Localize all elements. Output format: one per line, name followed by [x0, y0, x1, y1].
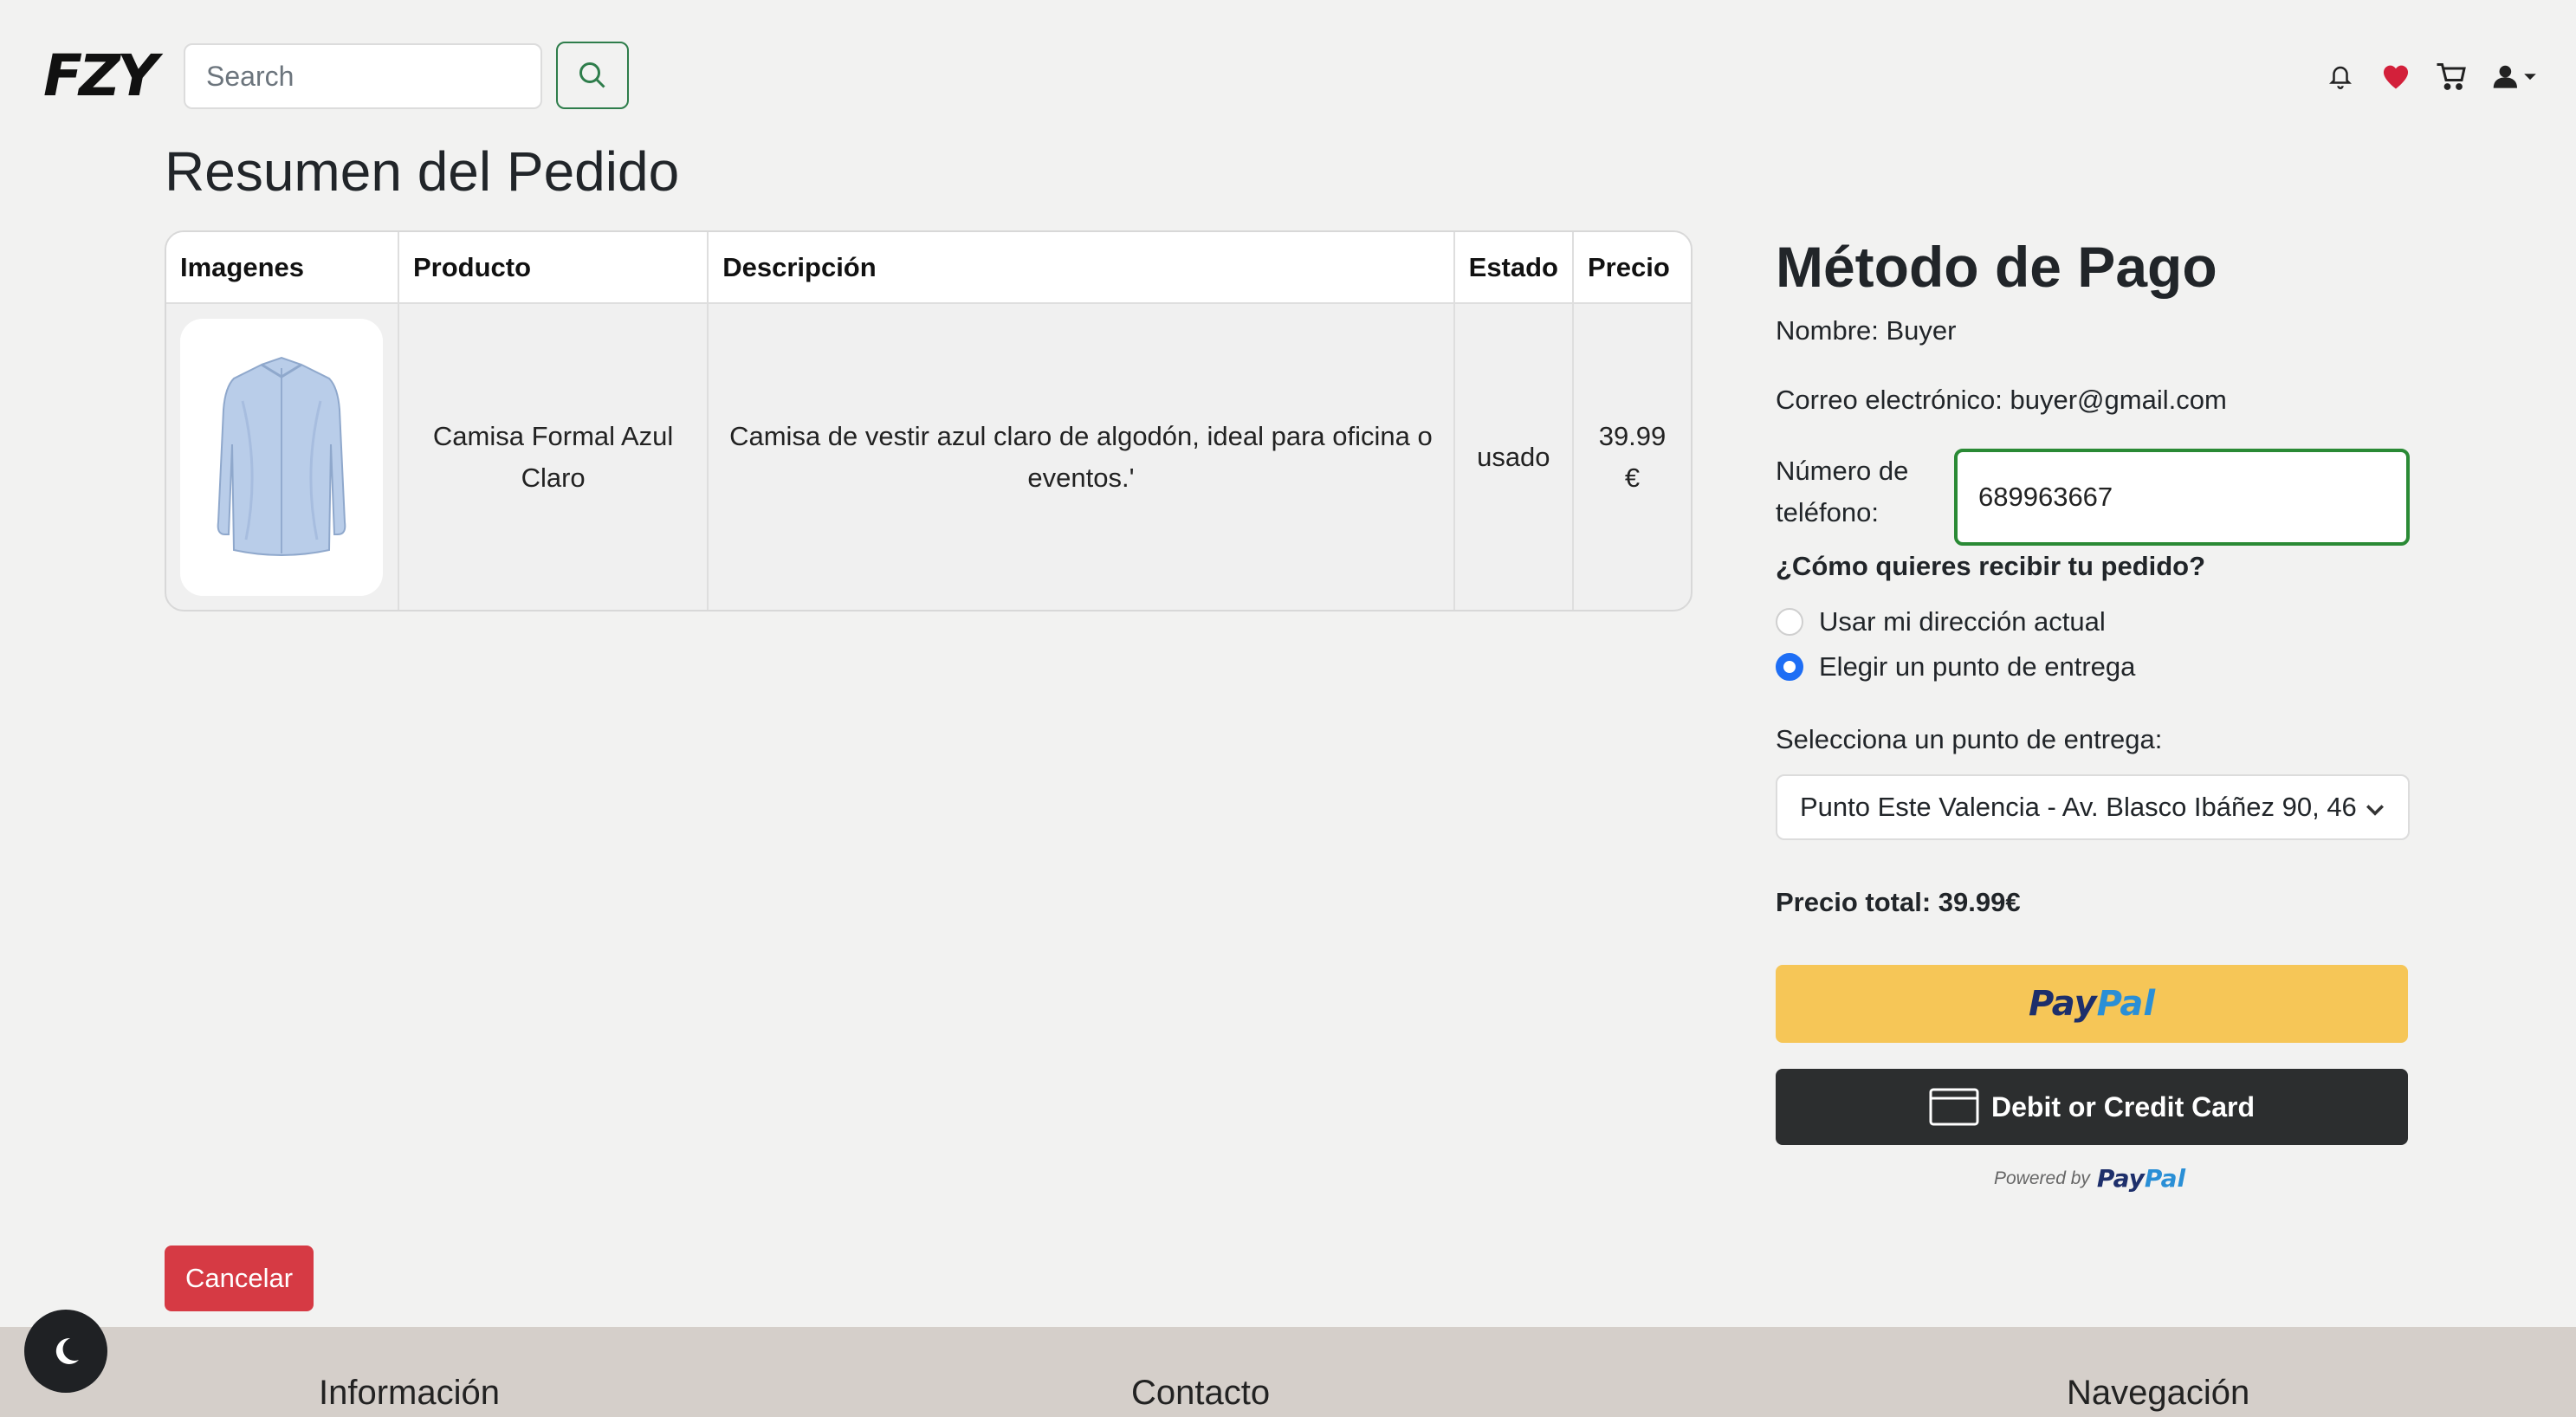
- footer-heading-info: Información: [319, 1374, 500, 1412]
- footer-heading-contact: Contacto: [1131, 1374, 1271, 1412]
- select-label: Selecciona un punto de entrega:: [1776, 724, 2163, 754]
- product-image-cell: [166, 303, 399, 610]
- card-button-label: Debit or Credit Card: [1990, 1090, 2256, 1123]
- credit-card-icon: [1929, 1088, 1979, 1126]
- delivery-question: ¿Cómo quieres recibir tu pedido?: [1776, 551, 2206, 581]
- paypal-logo-pay: Pay: [2096, 1164, 2145, 1193]
- footer-heading-navigation: Navegación: [2067, 1374, 2250, 1412]
- phone-label: Número de teléfono:: [1776, 456, 1909, 527]
- logo[interactable]: FZY: [43, 43, 159, 109]
- phone-field[interactable]: [1954, 449, 2410, 546]
- total-price: Precio total: 39.99€: [1776, 887, 2021, 917]
- theme-toggle-button[interactable]: [24, 1310, 107, 1393]
- product-state: usado: [1453, 303, 1575, 610]
- paypal-logo-pay: Pay: [2028, 984, 2097, 1024]
- chevron-down-icon: [2358, 792, 2387, 833]
- powered-by-text: Powered by: [1994, 1168, 2090, 1188]
- buyer-name: Nombre: Buyer: [1776, 315, 1957, 346]
- table-row: Camisa Formal Azul Claro Camisa de vesti…: [166, 303, 1691, 610]
- column-header-state: Estado: [1453, 232, 1575, 304]
- paypal-logo-pal: Pal: [2144, 1164, 2186, 1193]
- heart-icon[interactable]: [2379, 57, 2413, 95]
- product-image: [180, 318, 384, 596]
- column-header-product: Producto: [398, 232, 709, 304]
- buyer-email: Correo electrónico: buyer@gmail.com: [1776, 385, 2227, 415]
- paypal-logo-pal: Pal: [2096, 984, 2156, 1024]
- cart-icon[interactable]: [2434, 57, 2469, 95]
- bell-icon[interactable]: [2323, 57, 2358, 95]
- paypal-button[interactable]: Pay Pal: [1776, 965, 2408, 1043]
- search-input[interactable]: [184, 43, 542, 109]
- select-value: Punto Este Valencia - Av. Blasco Ibáñez …: [1800, 792, 2357, 822]
- user-menu-icon[interactable]: [2491, 57, 2543, 95]
- column-header-description: Descripción: [708, 232, 1455, 304]
- product-name: Camisa Formal Azul Claro: [398, 303, 709, 610]
- shirt-image: [217, 356, 346, 556]
- radio-label: Usar mi dirección actual: [1819, 606, 2106, 637]
- powered-by-paypal: Powered by PayPal: [1994, 1164, 2185, 1193]
- radio-current-address[interactable]: Usar mi dirección actual: [1776, 605, 2106, 639]
- product-description: Camisa de vestir azul claro de algodón, …: [708, 303, 1455, 610]
- radio-pickup-point[interactable]: Elegir un punto de entrega: [1776, 650, 2135, 684]
- pickup-point-select[interactable]: Punto Este Valencia - Av. Blasco Ibáñez …: [1776, 774, 2410, 840]
- search-icon: [579, 62, 605, 88]
- column-header-price: Precio: [1573, 232, 1691, 304]
- card-button[interactable]: Debit or Credit Card: [1776, 1069, 2408, 1145]
- search-button[interactable]: [556, 42, 629, 109]
- radio-button[interactable]: [1776, 608, 1803, 636]
- radio-button-checked[interactable]: [1776, 653, 1803, 681]
- product-price: 39.99 €: [1598, 420, 1667, 493]
- page-title: Resumen del Pedido: [165, 140, 680, 203]
- payment-title: Método de Pago: [1776, 235, 2217, 299]
- cancel-button[interactable]: Cancelar: [165, 1246, 314, 1311]
- radio-label: Elegir un punto de entrega: [1819, 651, 2136, 682]
- moon-icon: [55, 1337, 79, 1364]
- order-table: Imagenes Producto Descripción Estado Pre…: [165, 230, 1693, 611]
- column-header-images: Imagenes: [166, 232, 399, 304]
